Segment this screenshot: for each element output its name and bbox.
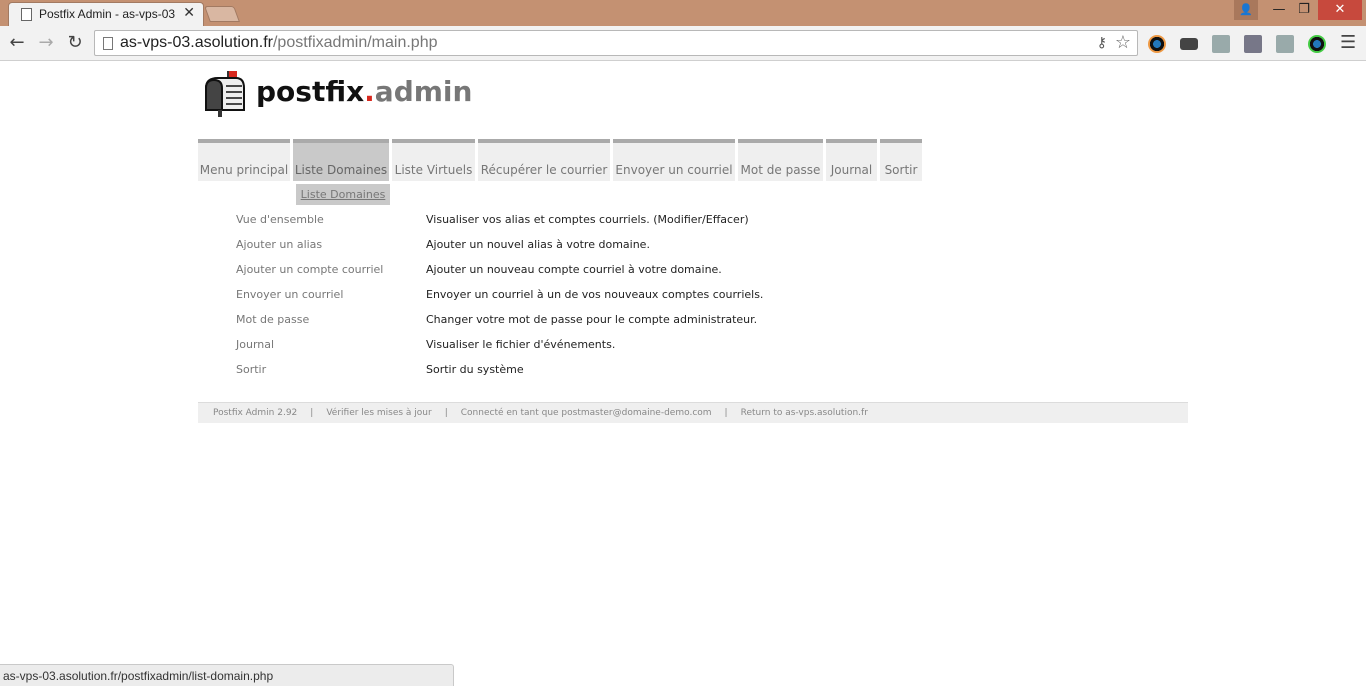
user-profile-icon[interactable]: 👤: [1234, 0, 1258, 20]
browser-status-bar: as-vps-03.asolution.fr/postfixadmin/list…: [0, 664, 454, 686]
extension-mask-icon[interactable]: [1180, 38, 1198, 50]
footer-connected-as: Connecté en tant que postmaster@domaine-…: [460, 408, 712, 418]
address-bar[interactable]: as-vps-03.asolution.fr/postfixadmin/main…: [94, 30, 1138, 56]
menu-item-mot-de-passe[interactable]: Mot de passe: [738, 139, 823, 181]
bookmark-star-icon[interactable]: ☆: [1115, 32, 1131, 53]
list-item: Sortir Sortir du système: [236, 363, 936, 383]
list-item: Mot de passe Changer votre mot de passe …: [236, 313, 936, 333]
forward-arrow-icon[interactable]: →: [35, 32, 57, 54]
link-ajouter-compte[interactable]: Ajouter un compte courriel: [236, 263, 383, 276]
row-description: Visualiser le fichier d'événements.: [426, 338, 616, 351]
hamburger-menu-icon[interactable]: ☰: [1340, 32, 1356, 53]
row-description: Envoyer un courriel à un de vos nouveaux…: [426, 288, 764, 301]
mailbox-icon: [205, 71, 245, 117]
extension-icon[interactable]: [1276, 35, 1294, 53]
menu-item-journal[interactable]: Journal: [826, 139, 877, 181]
browser-titlebar: Postfix Admin - as-vps-03 ✕ 👤 — ❐ ✕: [0, 0, 1366, 26]
logo-dot: .: [364, 75, 375, 108]
tab-title: Postfix Admin - as-vps-03: [39, 7, 176, 21]
menu-item-liste-domaines[interactable]: Liste Domaines: [293, 139, 389, 181]
key-icon[interactable]: ⚷: [1097, 35, 1107, 51]
menu-item-envoyer-courriel[interactable]: Envoyer un courriel: [613, 139, 735, 181]
submenu-liste-domaines[interactable]: Liste Domaines: [296, 184, 390, 205]
logo-postfix: postfix: [256, 75, 365, 108]
maximize-icon[interactable]: ❐: [1292, 0, 1316, 20]
list-item: Ajouter un alias Ajouter un nouvel alias…: [236, 238, 936, 258]
close-tab-icon[interactable]: ✕: [183, 5, 195, 21]
url-path: /postfixadmin/main.php: [272, 34, 438, 51]
row-description: Changer votre mot de passe pour le compt…: [426, 313, 758, 326]
list-item: Journal Visualiser le fichier d'événemen…: [236, 338, 936, 358]
link-ajouter-alias[interactable]: Ajouter un alias: [236, 238, 322, 251]
link-envoyer-courriel[interactable]: Envoyer un courriel: [236, 288, 343, 301]
page-footer: Postfix Admin 2.92 | Vérifier les mises à …: [198, 402, 1188, 423]
menu-item-menu-principal[interactable]: Menu principal: [198, 139, 290, 181]
url-text[interactable]: as-vps-03.asolution.fr/postfixadmin/main…: [120, 34, 438, 52]
row-description: Visualiser vos alias et comptes courriel…: [426, 213, 749, 226]
minimize-icon[interactable]: —: [1266, 0, 1292, 20]
list-item: Vue d'ensemble Visualiser vos alias et c…: [236, 213, 936, 233]
list-item: Envoyer un courriel Envoyer un courriel …: [236, 288, 936, 308]
footer-check-updates-link[interactable]: Vérifier les mises à jour: [326, 408, 431, 418]
page-icon: [21, 8, 32, 21]
menu-item-sortir[interactable]: Sortir: [880, 139, 922, 181]
reload-icon[interactable]: ↻: [64, 32, 86, 54]
link-mot-de-passe[interactable]: Mot de passe: [236, 313, 309, 326]
menu-item-liste-virtuels[interactable]: Liste Virtuels: [392, 139, 475, 181]
footer-separator: |: [310, 408, 314, 418]
extension-color-wheel-icon[interactable]: [1308, 35, 1326, 53]
footer-version-link[interactable]: Postfix Admin 2.92: [213, 408, 297, 418]
footer-separator: |: [444, 408, 448, 418]
link-journal[interactable]: Journal: [236, 338, 274, 351]
browser-tab[interactable]: Postfix Admin - as-vps-03 ✕: [8, 2, 204, 26]
browser-toolbar: ← → ↻ as-vps-03.asolution.fr/postfixadmi…: [0, 26, 1366, 61]
extension-color-wheel-icon[interactable]: [1148, 35, 1166, 53]
logo-text: postfix.admin: [256, 75, 472, 108]
back-arrow-icon[interactable]: ←: [6, 32, 28, 54]
logo-admin: admin: [374, 75, 473, 108]
list-item: Ajouter un compte courriel Ajouter un no…: [236, 263, 936, 283]
footer-separator: |: [724, 408, 728, 418]
footer-return-link[interactable]: Return to as-vps.asolution.fr: [741, 408, 868, 418]
row-description: Ajouter un nouvel alias à votre domaine.: [426, 238, 650, 251]
row-description: Ajouter un nouveau compte courriel à vot…: [426, 263, 722, 276]
extension-icon[interactable]: [1212, 35, 1230, 53]
close-window-icon[interactable]: ✕: [1318, 0, 1362, 20]
menu-item-recuperer-courrier[interactable]: Récupérer le courrier: [478, 139, 610, 181]
row-description: Sortir du système: [426, 363, 524, 376]
link-sortir[interactable]: Sortir: [236, 363, 266, 376]
page-icon: [103, 37, 113, 50]
link-vue-ensemble[interactable]: Vue d'ensemble: [236, 213, 324, 226]
url-host: as-vps-03.asolution.fr: [120, 34, 273, 51]
new-tab-button[interactable]: [204, 6, 240, 22]
extension-fox-icon[interactable]: [1244, 35, 1262, 53]
